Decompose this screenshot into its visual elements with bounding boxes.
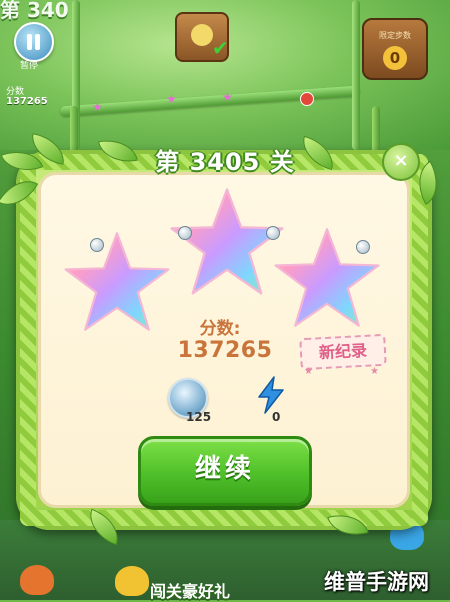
- watermark: 维普手游网: [324, 570, 429, 594]
- target-sign: 限定步数 0: [362, 18, 428, 80]
- continue-button[interactable]: 继续: [138, 436, 312, 506]
- target-value: 0: [383, 46, 407, 70]
- background-level-text: 第 340: [0, 0, 69, 22]
- pin-icon: [90, 238, 104, 252]
- background-vine: [352, 0, 360, 150]
- close-icon[interactable]: ×: [382, 143, 420, 181]
- red-node-icon: [300, 92, 314, 106]
- chick-icon: [191, 24, 213, 46]
- pause-label: 暂停: [20, 61, 39, 71]
- pin-icon: [356, 240, 370, 254]
- new-record-stamp: 新纪录: [299, 333, 387, 371]
- stamp-star-icon: ★: [370, 366, 379, 377]
- pin-icon: [178, 226, 192, 240]
- critter-icon: [115, 566, 149, 596]
- coin-count: 125: [186, 410, 212, 424]
- vine-star-icon: ★: [92, 100, 103, 114]
- vine-star-icon: ★: [166, 92, 177, 106]
- vine-border: [20, 510, 428, 526]
- background-score-value: 137265: [6, 96, 48, 107]
- vine-border: [20, 154, 36, 526]
- check-icon: ✔: [212, 36, 229, 60]
- bottom-banner: 闯关豪好礼: [150, 582, 231, 601]
- stamp-star-icon: ★: [304, 366, 313, 377]
- lightning-count: 0: [272, 410, 281, 424]
- critter-icon: [20, 565, 54, 595]
- rainbow-star-icon: [168, 186, 286, 298]
- vine-border: [412, 154, 428, 526]
- vine-star-icon: ★: [222, 90, 233, 104]
- lightning-icon[interactable]: [256, 376, 286, 418]
- score-value: 137265: [177, 338, 273, 363]
- pause-icon[interactable]: [14, 22, 54, 62]
- target-label: 限定步数: [379, 31, 411, 40]
